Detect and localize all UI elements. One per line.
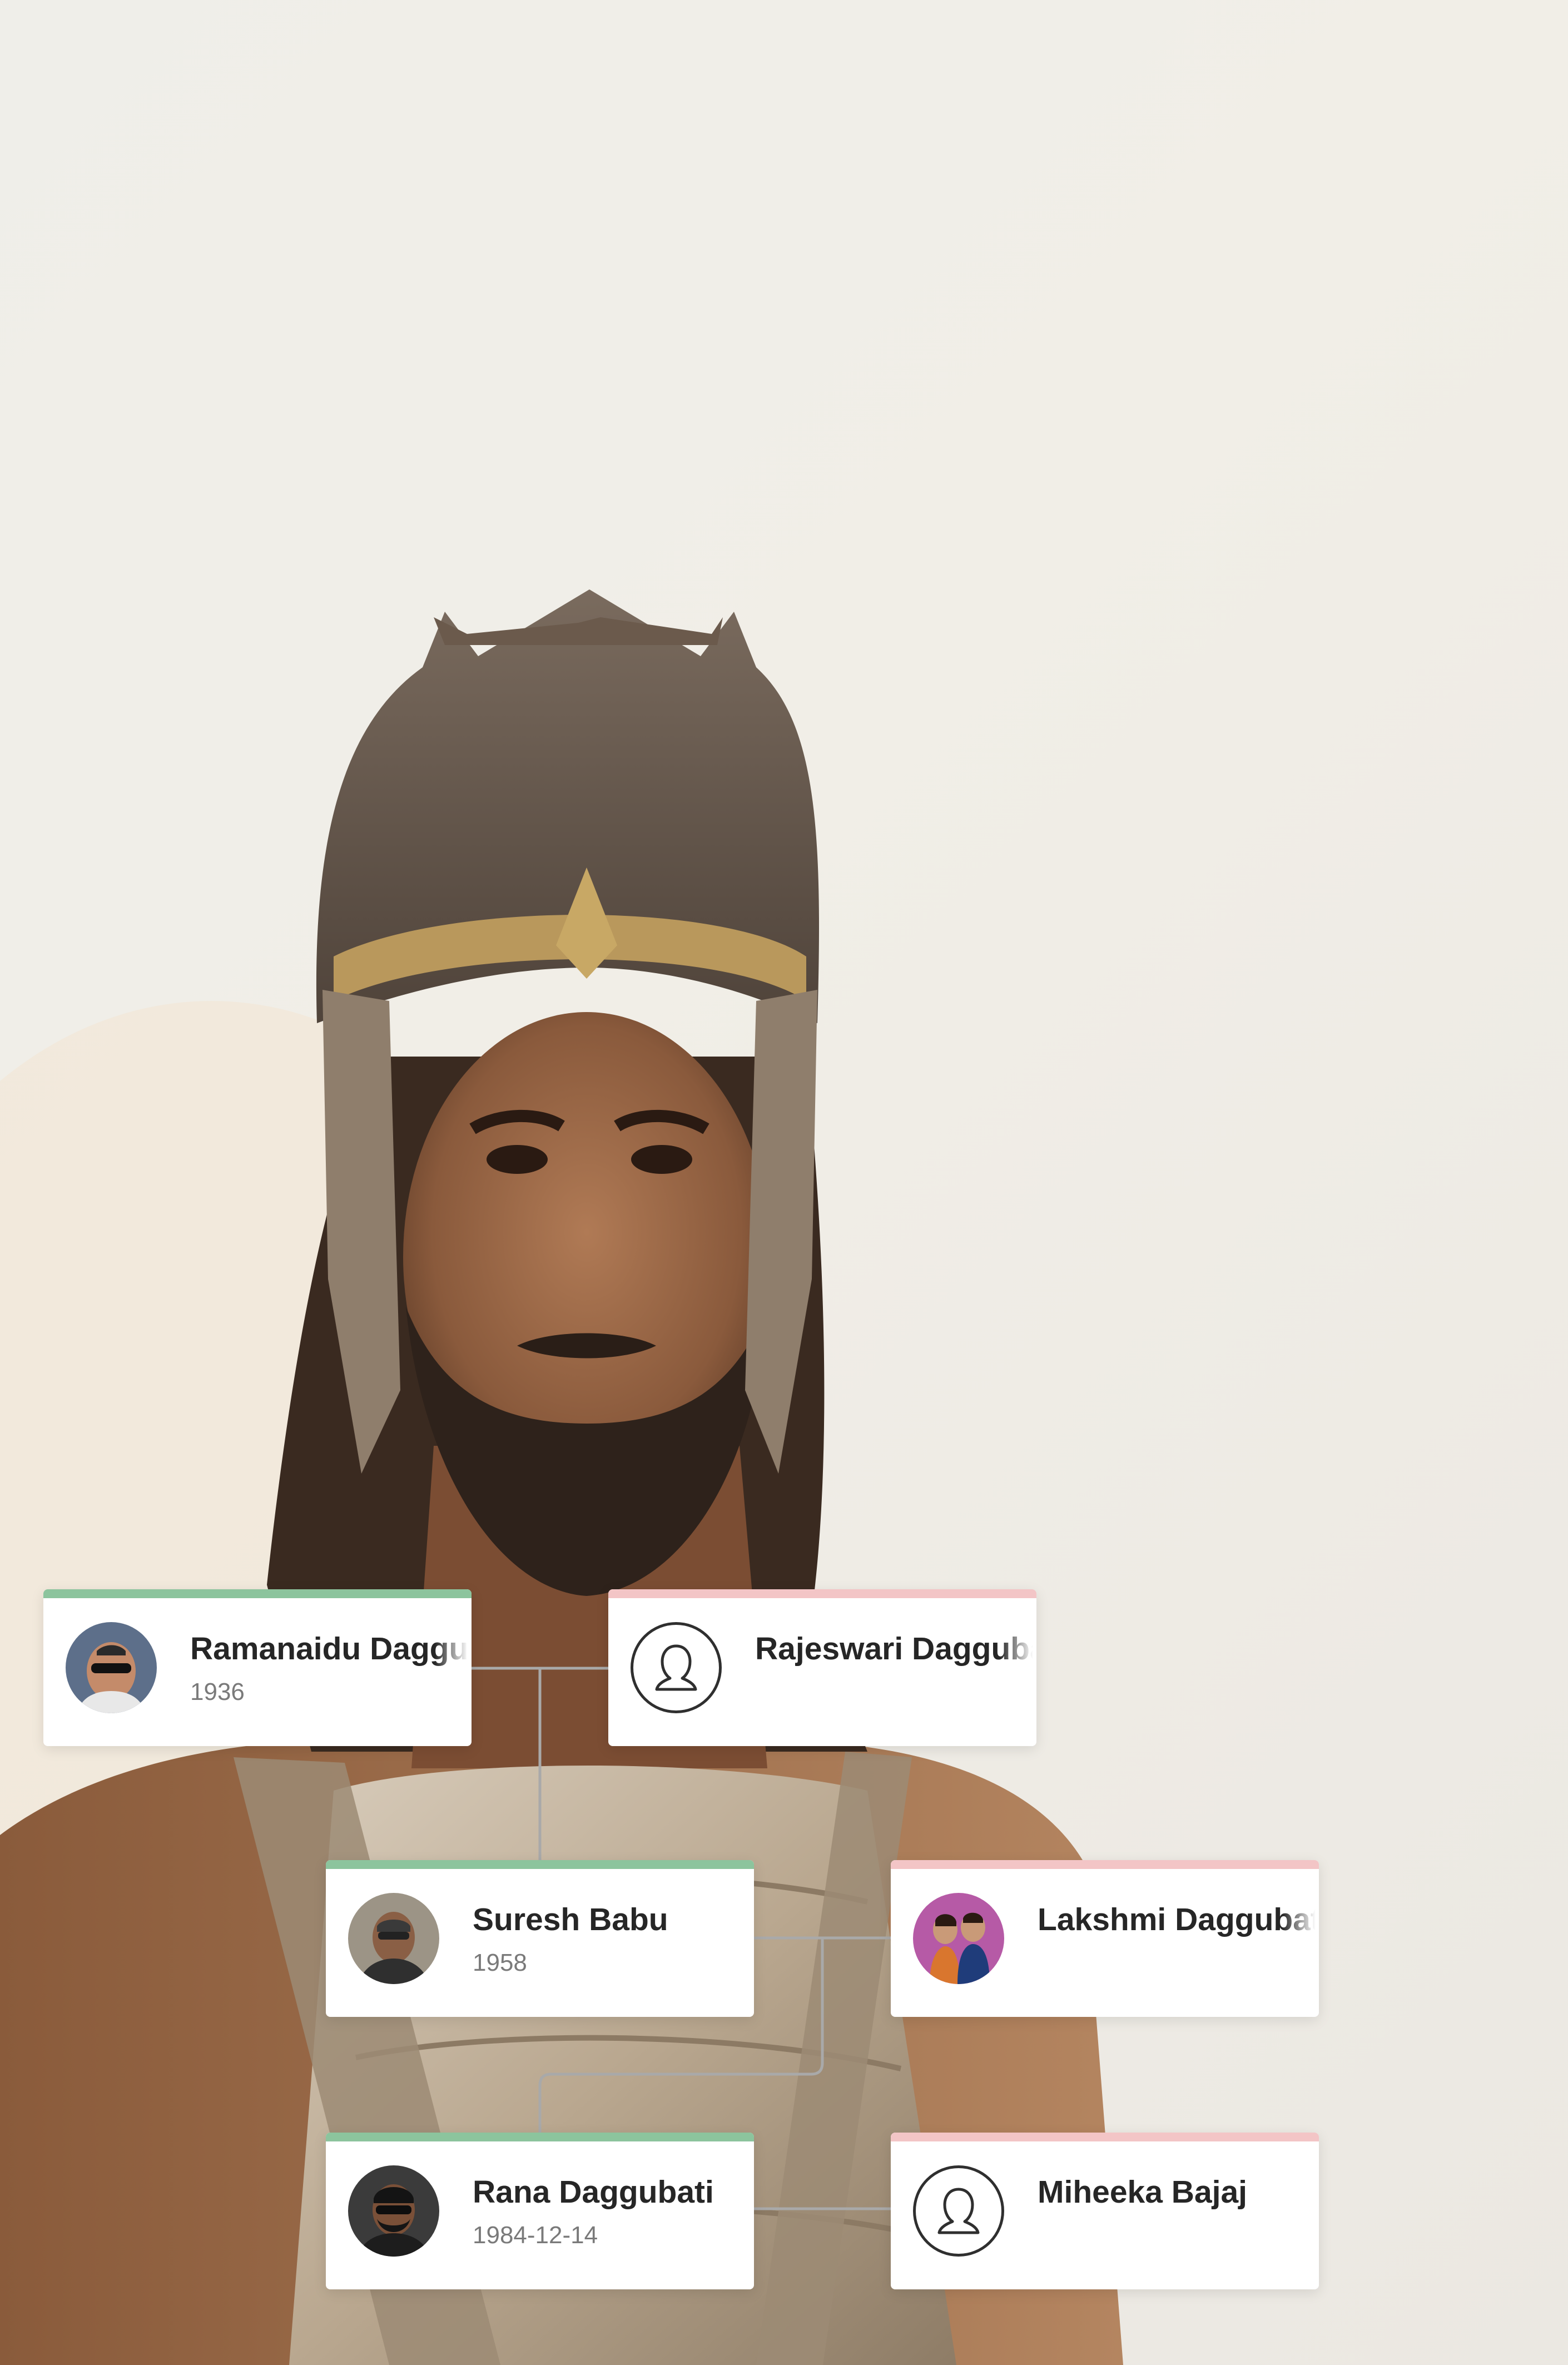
- background-portrait: [0, 0, 1568, 2365]
- person-card-miheeka[interactable]: Miheeka Bajaj: [891, 2133, 1319, 2289]
- person-name: Ramanaidu Daggubati: [190, 1631, 468, 1667]
- gender-bar: [891, 2133, 1319, 2141]
- person-name: Lakshmi Daggubati: [1038, 1902, 1316, 1937]
- person-name: Rajeswari Daggubati: [755, 1631, 1033, 1667]
- gender-bar: [326, 2133, 754, 2141]
- avatar: [913, 1893, 1004, 1984]
- person-name: Suresh Babu: [473, 1902, 668, 1937]
- person-card-suresh[interactable]: Suresh Babu 1958: [326, 1860, 754, 2017]
- avatar: [348, 2165, 439, 2257]
- person-card-rajeswari[interactable]: Rajeswari Daggubati: [608, 1589, 1036, 1746]
- person-birth-year: 1984-12-14: [473, 2222, 598, 2249]
- person-name: Rana Daggubati: [473, 2174, 714, 2210]
- gender-bar: [891, 1860, 1319, 1869]
- person-card-ramanaidu[interactable]: Ramanaidu Daggubati 1936: [43, 1589, 472, 1746]
- gender-bar: [608, 1589, 1036, 1598]
- person-placeholder-icon: [913, 2165, 1004, 2257]
- person-name: Miheeka Bajaj: [1038, 2174, 1248, 2210]
- person-placeholder-icon: [631, 1622, 722, 1713]
- person-birth-year: 1936: [190, 1678, 245, 1705]
- gender-bar: [326, 1860, 754, 1869]
- avatar: [348, 1893, 439, 1984]
- avatar: [66, 1622, 157, 1713]
- person-card-rana[interactable]: Rana Daggubati 1984-12-14: [326, 2133, 754, 2289]
- person-birth-year: 1958: [473, 1949, 527, 1976]
- gender-bar: [43, 1589, 472, 1598]
- person-card-lakshmi[interactable]: Lakshmi Daggubati: [891, 1860, 1319, 2017]
